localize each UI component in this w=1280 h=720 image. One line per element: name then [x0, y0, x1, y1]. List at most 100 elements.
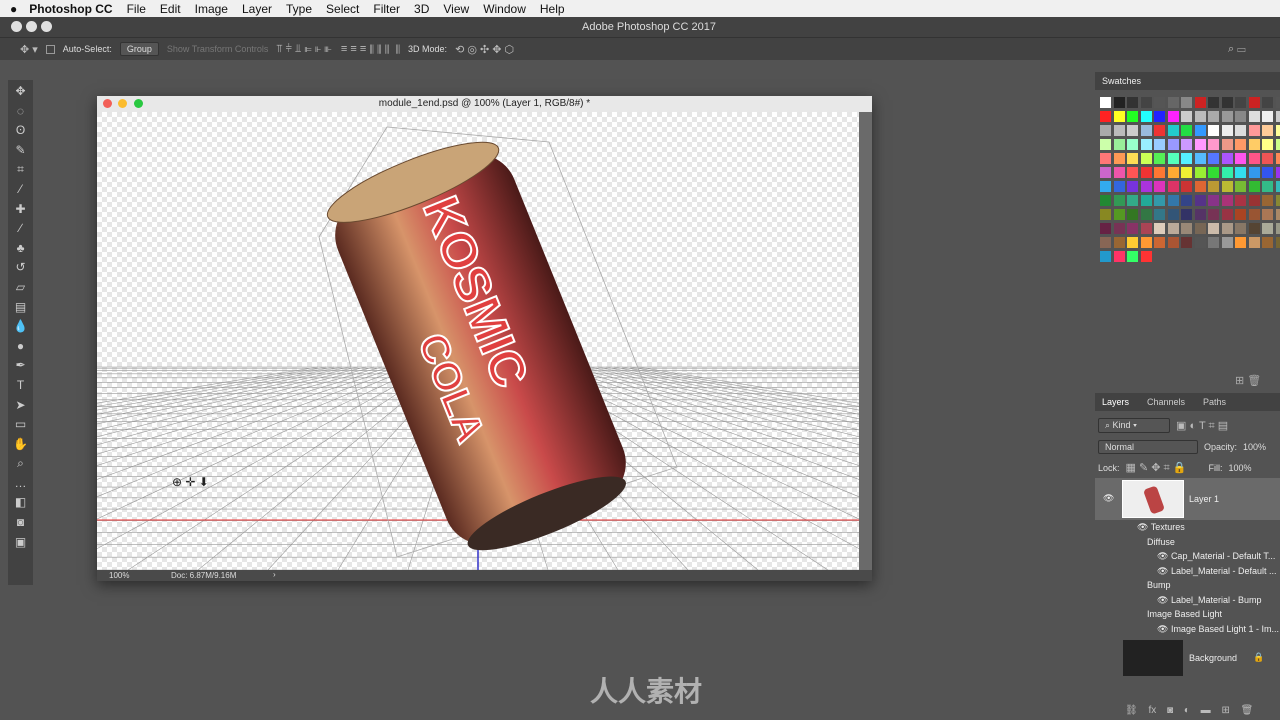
swatch[interactable]: [1208, 167, 1219, 178]
layer-effect-row[interactable]: 👁 Label_Material - Bump: [1095, 595, 1280, 610]
doc-zoom-button[interactable]: [134, 99, 143, 108]
swatch[interactable]: [1248, 209, 1260, 220]
align-icons[interactable]: ⫪ ⫩ ⫫ ⊫ ⊩ ⊪ ≡ ≡ ≡ ⫴ ⫴ ⫴ ⦀: [276, 43, 400, 56]
swatch[interactable]: [1113, 111, 1125, 122]
swatch[interactable]: [1248, 139, 1260, 150]
history-brush-tool-icon[interactable]: ↺: [15, 260, 25, 280]
tab-layers[interactable]: Layers: [1102, 397, 1129, 407]
swatch[interactable]: [1100, 223, 1111, 234]
swatch[interactable]: [1113, 139, 1125, 150]
swatch[interactable]: [1275, 195, 1280, 206]
swatch[interactable]: [1127, 195, 1138, 206]
swatch[interactable]: [1113, 237, 1125, 248]
layer-effect-row[interactable]: 👁 Textures: [1095, 522, 1280, 537]
swatch[interactable]: [1127, 223, 1138, 234]
menu-filter[interactable]: Filter: [373, 2, 400, 16]
swatch[interactable]: [1262, 111, 1273, 122]
swatch[interactable]: [1181, 237, 1192, 248]
eye-icon[interactable]: 👁: [1157, 624, 1171, 634]
swatch[interactable]: [1140, 237, 1152, 248]
layer-effect-row[interactable]: Diffuse: [1095, 537, 1280, 552]
swatch[interactable]: [1275, 139, 1280, 150]
swatch[interactable]: [1275, 153, 1280, 164]
swatch[interactable]: [1113, 97, 1125, 108]
swatch[interactable]: [1100, 153, 1111, 164]
swatch[interactable]: [1221, 181, 1233, 192]
gradient-tool-icon[interactable]: ▤: [15, 300, 26, 320]
swatch[interactable]: [1127, 97, 1138, 108]
move-tool-icon[interactable]: ✥: [15, 84, 25, 104]
swatch[interactable]: [1262, 237, 1273, 248]
swatch[interactable]: [1194, 153, 1206, 164]
search-icon[interactable]: ⌕ ▭: [1228, 43, 1246, 56]
swatch[interactable]: [1100, 251, 1111, 262]
auto-select-checkbox[interactable]: [45, 44, 55, 54]
fill-value[interactable]: 100%: [1228, 463, 1251, 473]
swatch[interactable]: [1167, 237, 1179, 248]
swatch[interactable]: [1167, 125, 1179, 136]
swatch[interactable]: [1262, 223, 1273, 234]
swatch[interactable]: [1127, 209, 1138, 220]
layer-effect-row[interactable]: 👁 Image Based Light 1 - Im...: [1095, 624, 1280, 639]
path-select-tool-icon[interactable]: ➤: [15, 398, 25, 418]
swatch[interactable]: [1275, 237, 1280, 248]
screen-mode-tool-icon[interactable]: ▣: [15, 535, 26, 555]
swatch[interactable]: [1194, 125, 1206, 136]
blur-tool-icon[interactable]: 💧: [13, 319, 28, 339]
swatch[interactable]: [1154, 111, 1165, 122]
swatch[interactable]: [1127, 251, 1138, 262]
layer-effect-row[interactable]: Bump: [1095, 580, 1280, 595]
swatch[interactable]: [1194, 167, 1206, 178]
swatch[interactable]: [1154, 139, 1165, 150]
swatch[interactable]: [1127, 181, 1138, 192]
swatch[interactable]: [1221, 153, 1233, 164]
swatch[interactable]: [1235, 97, 1246, 108]
layer-name[interactable]: Layer 1: [1189, 494, 1219, 504]
swatch[interactable]: [1248, 111, 1260, 122]
layer-effect-row[interactable]: 👁 Label_Material - Default ...: [1095, 566, 1280, 581]
swatch[interactable]: [1140, 251, 1152, 262]
swatch[interactable]: [1208, 139, 1219, 150]
3d-axis-widget[interactable]: ⊕ ✛ ⬇: [172, 475, 209, 489]
swatch[interactable]: [1140, 209, 1152, 220]
swatch[interactable]: [1221, 125, 1233, 136]
menu-view[interactable]: View: [443, 2, 469, 16]
close-button[interactable]: [11, 21, 22, 32]
lock-icons[interactable]: ▦ ✎ ✥ ⌗ 🔒: [1126, 461, 1187, 475]
swatch[interactable]: [1208, 237, 1219, 248]
swatch[interactable]: [1194, 237, 1206, 248]
swatch[interactable]: [1248, 125, 1260, 136]
swatch[interactable]: [1154, 97, 1165, 108]
swatch[interactable]: [1154, 195, 1165, 206]
move-tool-icon[interactable]: ✥ ▾: [20, 43, 38, 56]
healing-tool-icon[interactable]: ✚: [15, 202, 25, 222]
swatch[interactable]: [1113, 153, 1125, 164]
swatch[interactable]: [1167, 209, 1179, 220]
blend-mode-dropdown[interactable]: Normal: [1098, 440, 1198, 454]
swatch[interactable]: [1181, 167, 1192, 178]
swatch[interactable]: [1275, 97, 1280, 108]
swatch[interactable]: [1221, 97, 1233, 108]
swatch[interactable]: [1181, 153, 1192, 164]
show-transform-controls[interactable]: Show Transform Controls: [167, 44, 269, 54]
swatch[interactable]: [1181, 195, 1192, 206]
layer-row-background[interactable]: Background 🔒: [1095, 638, 1280, 678]
swatch[interactable]: [1140, 153, 1152, 164]
swatch[interactable]: [1235, 153, 1246, 164]
swatch[interactable]: [1167, 195, 1179, 206]
swatch[interactable]: [1262, 153, 1273, 164]
swatch[interactable]: [1235, 139, 1246, 150]
swatch[interactable]: [1140, 111, 1152, 122]
swatch[interactable]: [1208, 111, 1219, 122]
swatch[interactable]: [1235, 209, 1246, 220]
zoom-button[interactable]: [41, 21, 52, 32]
swatch[interactable]: [1100, 111, 1111, 122]
eraser-tool-icon[interactable]: ▱: [16, 280, 25, 300]
eye-icon[interactable]: 👁: [1157, 595, 1171, 605]
brush-tool-icon[interactable]: ∕: [19, 221, 21, 241]
swatch[interactable]: [1221, 195, 1233, 206]
status-arrow-icon[interactable]: ›: [273, 570, 276, 579]
swatch[interactable]: [1167, 181, 1179, 192]
auto-select-dropdown[interactable]: Group: [119, 42, 159, 56]
tab-paths[interactable]: Paths: [1203, 397, 1226, 407]
